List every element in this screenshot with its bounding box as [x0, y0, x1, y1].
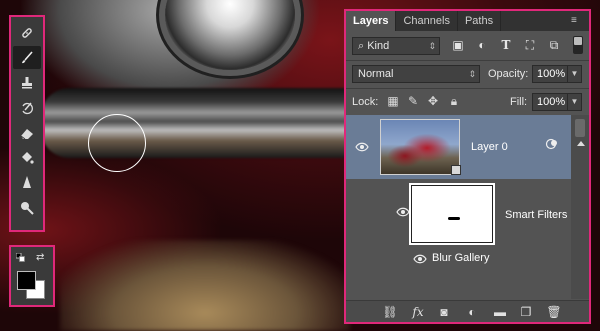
search-icon: ⌕ — [358, 40, 368, 52]
layers-bottom-bar: ⛓ fx ◙ ◐ ▬ ❐ 🗑︎ — [346, 300, 589, 322]
healing-brush-icon[interactable] — [13, 21, 41, 44]
tab-layers[interactable]: Layers — [346, 11, 397, 31]
ground-blur — [60, 240, 350, 331]
tab-channels[interactable]: Channels — [396, 11, 458, 31]
smart-filters-row[interactable]: Smart Filters — [346, 183, 571, 247]
adjustment-filter-icon[interactable]: ◐ — [474, 37, 490, 53]
blend-mode-value: Normal — [358, 68, 394, 80]
clone-stamp-icon[interactable] — [13, 71, 41, 94]
chevron-down-icon[interactable]: ▼ — [567, 66, 581, 82]
opacity-field[interactable]: 100% ▼ — [532, 65, 582, 83]
opacity-value: 100% — [537, 68, 566, 80]
adjustment-icon[interactable]: ◐ — [464, 305, 480, 319]
chevron-updown-icon: ⇕ — [468, 69, 476, 79]
fill-field[interactable]: 100% ▼ — [532, 93, 582, 111]
lock-all-icon[interactable]: 🔒︎ — [447, 94, 461, 108]
default-colors-icon[interactable] — [16, 253, 25, 262]
link-icon[interactable]: ⛓ — [382, 305, 398, 319]
mask-stroke — [448, 217, 460, 220]
panel-tabs: Layers Channels Paths ≡ — [346, 11, 589, 31]
swap-colors-icon[interactable]: ⇄ — [36, 252, 47, 263]
smart-filter-indicator-icon[interactable] — [545, 137, 559, 151]
filter-mask-thumbnail[interactable] — [409, 183, 495, 245]
layer-name[interactable]: Layer 0 — [471, 141, 508, 153]
tab-paths[interactable]: Paths — [458, 11, 502, 31]
eraser-icon[interactable] — [13, 121, 41, 144]
car-headlight — [165, 0, 295, 70]
brush-cursor — [88, 114, 146, 172]
fill-label: Fill: — [510, 96, 528, 108]
group-icon[interactable]: ▬ — [492, 305, 508, 319]
chevron-down-icon[interactable]: ▼ — [567, 94, 581, 110]
opacity-label: Opacity: — [488, 68, 529, 80]
color-swatches: ⇄ — [9, 245, 55, 307]
panel-menu-icon[interactable]: ≡ — [571, 15, 585, 27]
fx-icon[interactable]: fx — [410, 305, 426, 319]
brush-icon[interactable] — [13, 46, 41, 69]
trash-icon[interactable]: 🗑︎ — [546, 305, 562, 319]
smart-filters-label: Smart Filters — [505, 209, 568, 221]
filter-kind-label: Kind — [367, 40, 390, 52]
layers-list: Layer 0 Smart Filters Blur Gallery — [346, 115, 589, 299]
filter-toggle[interactable] — [573, 36, 583, 54]
image-filter-icon[interactable]: ▣ — [450, 37, 466, 53]
blur-gallery-label[interactable]: Blur Gallery — [432, 252, 489, 264]
scroll-up-icon[interactable] — [577, 141, 585, 146]
layers-panel: Layers Channels Paths ≡ ⌕ Kind ⇕ ▣ ◐ T ⛶… — [344, 9, 591, 324]
layer-thumbnail — [380, 119, 460, 175]
lock-pixels-icon[interactable]: ✎ — [406, 94, 420, 108]
sharpen-icon[interactable] — [13, 171, 41, 194]
smart-object-badge-icon — [451, 165, 461, 175]
filter-kind-select[interactable]: ⌕ Kind ⇕ — [352, 37, 440, 55]
mask-icon[interactable]: ◙ — [436, 305, 452, 319]
shape-filter-icon[interactable]: ⛶ — [522, 37, 538, 53]
visibility-eye-icon[interactable] — [396, 207, 410, 217]
scrollbar-thumb[interactable] — [575, 119, 585, 137]
blend-row: Normal ⇕ Opacity: 100% ▼ — [346, 61, 589, 87]
smart-object-filter-icon[interactable]: ⧉ — [546, 37, 562, 53]
new-layer-icon[interactable]: ❐ — [518, 305, 534, 319]
history-brush-icon[interactable] — [13, 96, 41, 119]
visibility-eye-icon[interactable] — [413, 254, 427, 264]
filter-row: ⌕ Kind ⇕ ▣ ◐ T ⛶ ⧉ — [346, 33, 589, 59]
type-filter-icon[interactable]: T — [498, 37, 514, 53]
blend-mode-select[interactable]: Normal ⇕ — [352, 65, 480, 83]
blur-gallery-row[interactable]: Blur Gallery — [346, 249, 571, 269]
foreground-color[interactable] — [17, 271, 36, 290]
chevron-updown-icon: ⇕ — [428, 41, 436, 51]
paint-bucket-icon[interactable] — [13, 146, 41, 169]
lock-position-icon[interactable]: ✥ — [426, 94, 440, 108]
visibility-eye-icon[interactable] — [355, 142, 369, 152]
lock-label: Lock: — [352, 96, 379, 108]
layers-scrollbar[interactable] — [571, 115, 589, 299]
lock-row: Lock: ▦ ✎ ✥ 🔒︎ Fill: 100% ▼ — [346, 89, 589, 115]
lock-transparency-icon[interactable]: ▦ — [386, 94, 400, 108]
dodge-icon[interactable] — [13, 196, 41, 219]
layer-row-layer-0[interactable]: Layer 0 — [346, 115, 571, 179]
fill-value: 100% — [537, 96, 566, 108]
tools-panel — [9, 15, 45, 232]
